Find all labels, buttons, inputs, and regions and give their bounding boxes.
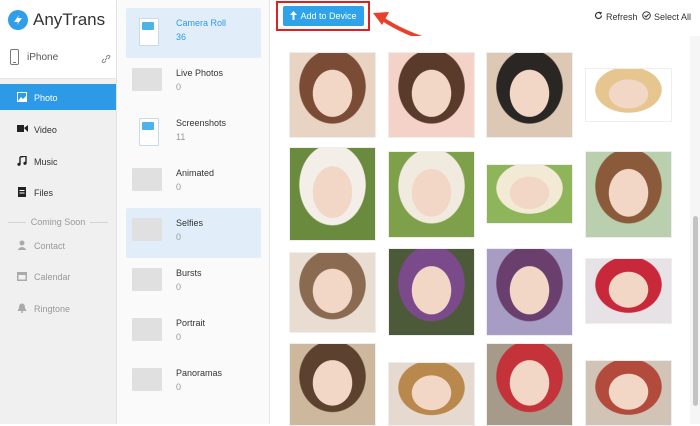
album-count: 0 xyxy=(176,282,182,292)
nav-label: Video xyxy=(34,125,57,135)
album-portrait[interactable]: Portrait 0 xyxy=(126,308,261,358)
album-live-photos[interactable]: Live Photos 0 xyxy=(126,58,261,108)
add-to-device-label: Add to Device xyxy=(300,11,357,21)
refresh-button[interactable]: Refresh xyxy=(594,11,638,22)
nav-label: Ringtone xyxy=(34,304,71,314)
album-thumbnail xyxy=(132,218,162,241)
album-count: 0 xyxy=(176,182,182,192)
photo-thumbnail[interactable] xyxy=(388,248,475,336)
phone-icon xyxy=(10,49,19,70)
photo-thumbnail[interactable] xyxy=(486,248,573,336)
nav-label: Files xyxy=(34,188,54,198)
photo-thumbnail[interactable] xyxy=(585,258,672,324)
files-icon xyxy=(17,187,27,199)
coming-soon-divider: Coming Soon xyxy=(8,217,108,227)
album-bursts[interactable]: Bursts 0 xyxy=(126,258,261,308)
photo-grid xyxy=(271,36,690,426)
upload-arrow-icon xyxy=(290,10,298,22)
calendar-icon xyxy=(17,271,27,283)
nav-label: Music xyxy=(34,157,58,167)
nav-label: Calendar xyxy=(34,272,71,282)
album-name: Selfies xyxy=(176,218,204,228)
photo-thumbnail[interactable] xyxy=(289,252,376,333)
add-to-device-button[interactable]: Add to Device xyxy=(283,6,364,26)
album-count: 11 xyxy=(176,132,186,142)
album-name: Bursts xyxy=(176,268,202,278)
album-list: Camera Roll 36 Live Photos 0 Screenshots… xyxy=(117,0,270,424)
toolbar: Add to Device Refresh Select All xyxy=(271,0,700,44)
nav-item-files[interactable]: Files xyxy=(0,179,116,205)
select-all-button[interactable]: Select All xyxy=(642,11,691,22)
album-name: Portrait xyxy=(176,318,206,328)
video-icon xyxy=(17,124,28,135)
photo-thumbnail[interactable] xyxy=(388,52,475,138)
photo-thumbnail[interactable] xyxy=(585,360,672,426)
album-name: Screenshots xyxy=(176,118,227,128)
device-selector[interactable]: iPhone xyxy=(0,40,116,79)
brand: AnyTrans xyxy=(0,0,116,40)
album-name: Animated xyxy=(176,168,215,178)
music-icon xyxy=(17,155,27,168)
anytrans-logo-icon xyxy=(8,10,28,30)
photo-thumbnail[interactable] xyxy=(585,151,672,238)
photo-thumbnail[interactable] xyxy=(289,52,376,138)
album-count: 36 xyxy=(176,32,187,42)
nav-item-contact: Contact xyxy=(0,232,116,258)
album-name: Camera Roll xyxy=(176,18,227,28)
contact-icon xyxy=(17,240,27,252)
bell-icon xyxy=(17,303,27,315)
photo-thumbnail[interactable] xyxy=(388,151,475,238)
photo-thumbnail[interactable] xyxy=(486,164,573,224)
album-name: Live Photos xyxy=(176,68,224,78)
album-animated[interactable]: Animated 0 xyxy=(126,158,261,208)
album-count: 0 xyxy=(176,82,182,92)
album-thumbnail xyxy=(132,318,162,341)
nav-item-video[interactable]: Video xyxy=(0,116,116,142)
photo-icon xyxy=(17,92,27,104)
refresh-label: Refresh xyxy=(606,11,638,22)
sidebar: AnyTrans iPhone Photo Video Music Files xyxy=(0,0,117,424)
check-circle-icon xyxy=(642,11,651,22)
nav-item-photo[interactable]: Photo xyxy=(0,84,116,110)
photo-thumbnail[interactable] xyxy=(388,362,475,426)
photo-thumbnail[interactable] xyxy=(585,68,672,122)
photo-thumbnail[interactable] xyxy=(486,343,573,426)
album-count: 0 xyxy=(176,382,182,392)
nav-label: Photo xyxy=(34,93,58,103)
album-panoramas[interactable]: Panoramas 0 xyxy=(126,358,261,408)
scrollbar-thumb[interactable] xyxy=(693,216,698,406)
device-name: iPhone xyxy=(27,52,59,63)
album-thumbnail xyxy=(139,118,159,146)
album-thumbnail xyxy=(132,68,162,91)
select-all-label: Select All xyxy=(654,11,692,22)
photo-thumbnail[interactable] xyxy=(289,343,376,426)
album-thumbnail xyxy=(132,168,162,191)
photo-thumbnail[interactable] xyxy=(289,147,376,241)
album-count: 0 xyxy=(176,332,182,342)
album-thumbnail xyxy=(132,268,162,291)
album-thumbnail xyxy=(139,18,159,46)
album-selfies[interactable]: Selfies 0 xyxy=(126,208,261,258)
album-camera-roll[interactable]: Camera Roll 36 xyxy=(126,8,261,58)
app-title: AnyTrans xyxy=(33,10,106,29)
album-screenshots[interactable]: Screenshots 11 xyxy=(126,108,261,158)
album-thumbnail xyxy=(132,368,162,391)
album-name: Panoramas xyxy=(176,368,223,378)
nav-item-ringtone: Ringtone xyxy=(0,295,116,321)
nav-item-calendar: Calendar xyxy=(0,263,116,289)
album-count: 0 xyxy=(176,232,182,242)
photo-thumbnail[interactable] xyxy=(486,52,573,138)
link-icon[interactable] xyxy=(101,51,111,69)
scrollbar[interactable] xyxy=(690,36,700,424)
nav-item-music[interactable]: Music xyxy=(0,148,116,174)
nav-label: Contact xyxy=(34,241,66,251)
refresh-icon xyxy=(594,11,603,22)
